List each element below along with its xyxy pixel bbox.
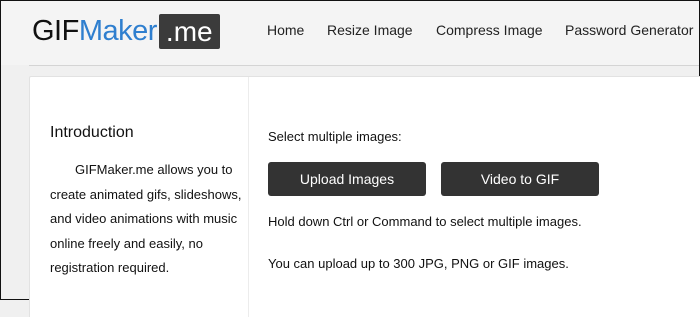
nav-password-generator-link[interactable]: Password Generator: [565, 22, 693, 38]
logo-text-maker: Maker: [78, 14, 158, 47]
multi-select-hint: Hold down Ctrl or Command to select mult…: [268, 214, 582, 229]
select-images-label: Select multiple images:: [268, 129, 402, 144]
video-to-gif-button[interactable]: Video to GIF: [441, 162, 599, 196]
content-card: Introduction GIFMaker.me allows you to c…: [29, 76, 700, 317]
upload-images-button[interactable]: Upload Images: [268, 162, 426, 196]
intro-title: Introduction: [50, 124, 134, 141]
nav-home-link[interactable]: Home: [267, 22, 304, 38]
logo-badge-me: .me: [158, 13, 220, 49]
intro-text: GIFMaker.me allows you to create animate…: [50, 162, 242, 275]
intro-sidebar: Introduction GIFMaker.me allows you to c…: [30, 77, 249, 317]
nav-resize-image-link[interactable]: Resize Image: [327, 22, 413, 38]
site-logo[interactable]: GIF Maker .me: [32, 13, 220, 49]
site-header: GIF Maker .me Home Resize Image Compress I…: [1, 1, 699, 65]
nav-compress-image-link[interactable]: Compress Image: [436, 22, 543, 38]
logo-text-gif: GIF: [32, 14, 79, 47]
upload-limit-note: You can upload up to 300 JPG, PNG or GIF…: [268, 256, 569, 271]
header-divider: [29, 65, 699, 66]
upload-panel: Select multiple images: Upload Images Vi…: [268, 77, 688, 317]
